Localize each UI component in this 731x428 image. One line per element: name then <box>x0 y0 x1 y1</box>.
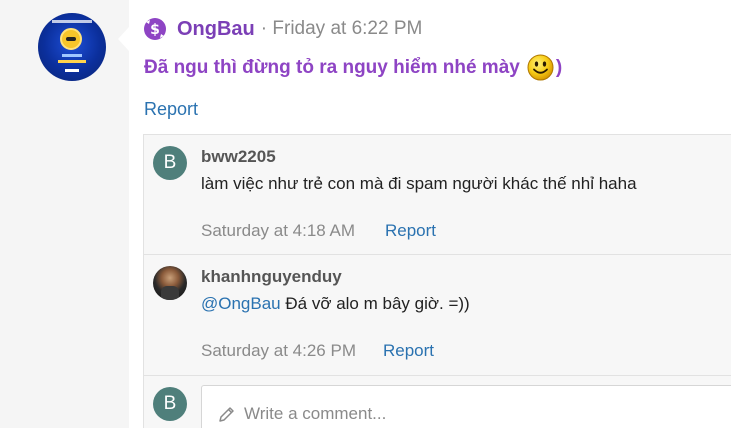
current-user-avatar: B <box>153 387 187 421</box>
message-header: $ OngBau · Friday at 6:22 PM <box>143 14 422 44</box>
comment-timestamp[interactable]: Saturday at 4:18 AM <box>201 221 355 241</box>
smiley-icon <box>527 54 554 81</box>
mention-link[interactable]: @OngBau <box>201 294 281 313</box>
commenter-avatar[interactable]: B <box>153 146 187 180</box>
comments-section: B bww2205 làm việc như trẻ con mà đi spa… <box>143 134 731 428</box>
comment-text-body: Đá vỡ alo m bây giờ. =)) <box>280 294 470 313</box>
pencil-icon <box>219 407 234 422</box>
commenter-username[interactable]: khanhnguyenduy <box>201 267 342 287</box>
avatar-stars <box>58 60 86 63</box>
comment-text: làm việc như trẻ con mà đi spam người kh… <box>201 174 637 193</box>
message-panel: $ OngBau · Friday at 6:22 PM Đã ngu thì … <box>129 0 731 428</box>
author-username[interactable]: OngBau <box>177 18 255 41</box>
message-pointer <box>118 27 129 51</box>
avatar-coin <box>60 28 82 50</box>
page: $ OngBau · Friday at 6:22 PM Đã ngu thì … <box>0 0 731 428</box>
comment-input[interactable]: Write a comment... <box>201 385 731 428</box>
post-timestamp[interactable]: · Friday at 6:22 PM <box>261 18 423 40</box>
report-link[interactable]: Report <box>144 99 198 120</box>
comment-report-link[interactable]: Report <box>383 341 434 361</box>
svg-text:$: $ <box>150 22 160 38</box>
avatar-label <box>62 54 82 57</box>
message-suffix: ) <box>555 56 563 78</box>
message-text: Đã ngu thì đừng tỏ ra nguy hiểm nhé mày <box>144 56 520 78</box>
comment-text: @OngBau Đá vỡ alo m bây giờ. =)) <box>201 294 470 314</box>
avatar-price <box>65 69 79 72</box>
comment-item: B bww2205 làm việc như trẻ con mà đi spa… <box>144 135 731 255</box>
comment-placeholder: Write a comment... <box>244 404 387 423</box>
money-icon: $ <box>144 18 166 40</box>
commenter-avatar[interactable] <box>153 266 187 300</box>
comment-report-link[interactable]: Report <box>385 221 436 241</box>
commenter-username[interactable]: bww2205 <box>201 147 276 167</box>
comment-composer: B Write a comment... <box>144 376 731 428</box>
comment-item: khanhnguyenduy @OngBau Đá vỡ alo m bây g… <box>144 255 731 376</box>
author-avatar[interactable] <box>38 13 106 81</box>
comment-timestamp[interactable]: Saturday at 4:26 PM <box>201 341 356 361</box>
avatar-banner <box>52 20 92 23</box>
message-body: Đã ngu thì đừng tỏ ra nguy hiểm nhé mày … <box>144 54 562 81</box>
author-column <box>0 0 129 428</box>
